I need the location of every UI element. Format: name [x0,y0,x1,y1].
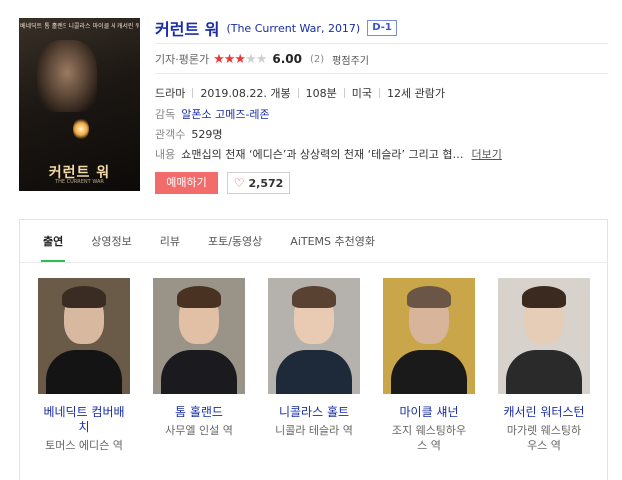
country: 미국 [351,87,372,100]
cast-role: 조지 웨스팅하우 스 역 [391,424,467,452]
cast-card[interactable]: 캐서린 워터스턴마가렛 웨스팅하 우스 역 [498,278,590,453]
rating-row: 기자·평론가 ★★★★★ 6.00 (2) 평점주기 [155,50,369,68]
audience-count: 529명 [191,128,223,141]
release-date: 2019.08.22. 개봉 [200,87,291,100]
cast-photo[interactable] [268,278,360,394]
rate-button[interactable]: 평점주기 [332,52,369,67]
cast-name[interactable]: 마이클 섀넌 [383,405,475,420]
star-filled-icon: ★ [223,51,236,67]
cast-photo-hair [177,286,221,308]
more-link[interactable]: 더보기 [471,146,501,162]
director-link[interactable]: 알폰소 고메즈-레존 [181,106,269,122]
audience-label: 관객수 [155,128,186,141]
movie-meta: 드라마 2019.08.22. 개봉 108분 미국 12세 관람가 [155,85,445,101]
poster-name: 톰 홀랜드 [44,23,67,30]
cast-photo-hair [62,286,106,308]
cast-photo-hair [407,286,451,308]
cast-card[interactable]: 마이클 섀넌조지 웨스팅하우 스 역 [383,278,475,453]
divider [155,73,608,74]
cast-card[interactable]: 니콜라스 홀트니콜라 테슬라 역 [268,278,360,438]
cast-photo[interactable] [153,278,245,394]
cast-photo[interactable] [498,278,590,394]
cast-photo-body [391,350,467,394]
poster-subtitle: THE CURRENT WAR [55,179,104,185]
tab-aitems-recommend[interactable]: AiTEMS 추천영화 [290,229,375,263]
cast-name[interactable]: 톰 홀랜드 [153,405,245,420]
movie-poster[interactable]: 베네딕트 컴버배치 톰 홀랜드 니콜라스 홀트 마이클 섀넌 캐서린 워터스턴 … [19,18,140,191]
poster-name: 니콜라스 홀트 [68,23,91,30]
poster-name: 캐서린 워터스턴 [116,23,139,30]
audience-row: 관객수 529명 [155,126,223,142]
heart-icon: ♡ [233,176,245,190]
tab-bar: 출연 상영정보 리뷰 포토/동영상 AiTEMS 추천영화 [40,229,403,263]
cast-name[interactable]: 베네딕트 컴버배 치 [38,405,130,435]
movie-title-row: 커런트 워 (The Current War, 2017) D-1 [155,17,397,39]
cast-photo-hair [522,286,566,308]
star-empty-icon: ★ [245,51,257,67]
movie-original-title: (The Current War, 2017) [226,21,361,35]
book-ticket-button[interactable]: 예매하기 [155,172,218,194]
dday-badge: D-1 [367,20,397,36]
cast-photo-body [276,350,352,394]
cast-photo-body [161,350,237,394]
star-empty-icon: ★ [255,51,268,67]
star-rating: ★★★★★ [213,51,268,67]
cast-role: 토머스 에디슨 역 [45,439,123,452]
cast-role: 마가렛 웨스팅하 우스 역 [506,424,582,452]
divider [155,43,608,44]
cast-photo-body [46,350,122,394]
star-filled-icon: ★ [234,51,246,67]
runtime: 108분 [305,87,337,100]
poster-lightbulb [73,118,89,140]
poster-portrait [37,40,97,112]
director-row: 감독 알폰소 고메즈-레존 [155,106,270,122]
tab-divider [20,262,607,263]
cast-name[interactable]: 니콜라스 홀트 [268,405,360,420]
like-count: 2,572 [248,176,284,190]
tab-cast[interactable]: 출연 [40,229,66,263]
like-button[interactable]: ♡ 2,572 [227,172,290,194]
poster-cast-names: 베네딕트 컴버배치 톰 홀랜드 니콜라스 홀트 마이클 섀넌 캐서린 워터스턴 [19,21,140,30]
poster-name: 마이클 섀넌 [92,23,115,30]
cast-role: 니콜라 테슬라 역 [275,424,353,437]
synopsis-row: 내용 쇼맨십의 천재 ‘에디슨’과 상상력의 천재 ‘테슬라’ 그리고 협… 더… [155,146,502,162]
cast-name[interactable]: 캐서린 워터스턴 [498,405,590,420]
rating-score: 6.00 [272,52,302,66]
tab-showtimes[interactable]: 상영정보 [91,229,131,263]
genre: 드라마 [155,87,186,100]
tab-reviews[interactable]: 리뷰 [160,229,180,263]
age-rating: 12세 관람가 [386,87,445,100]
director-label: 감독 [155,108,176,121]
star-filled-icon: ★ [213,51,225,67]
cast-card[interactable]: 베네딕트 컴버배 치토머스 에디슨 역 [38,278,130,453]
cast-photo-hair [292,286,336,308]
tab-photo-video[interactable]: 포토/동영상 [208,229,262,263]
movie-title[interactable]: 커런트 워 [155,16,219,40]
cast-photo-body [506,350,582,394]
cast-photo[interactable] [38,278,130,394]
cast-role: 사무엘 인설 역 [165,424,233,437]
poster-name: 베네딕트 컴버배치 [20,23,43,30]
cast-photo[interactable] [383,278,475,394]
synopsis-label: 내용 [155,148,176,161]
cast-card[interactable]: 톰 홀랜드사무엘 인설 역 [153,278,245,438]
rating-count: (2) [310,53,325,65]
rating-label: 기자·평론가 [155,53,210,66]
synopsis-text: 쇼맨십의 천재 ‘에디슨’과 상상력의 천재 ‘테슬라’ 그리고 협… [181,148,464,161]
